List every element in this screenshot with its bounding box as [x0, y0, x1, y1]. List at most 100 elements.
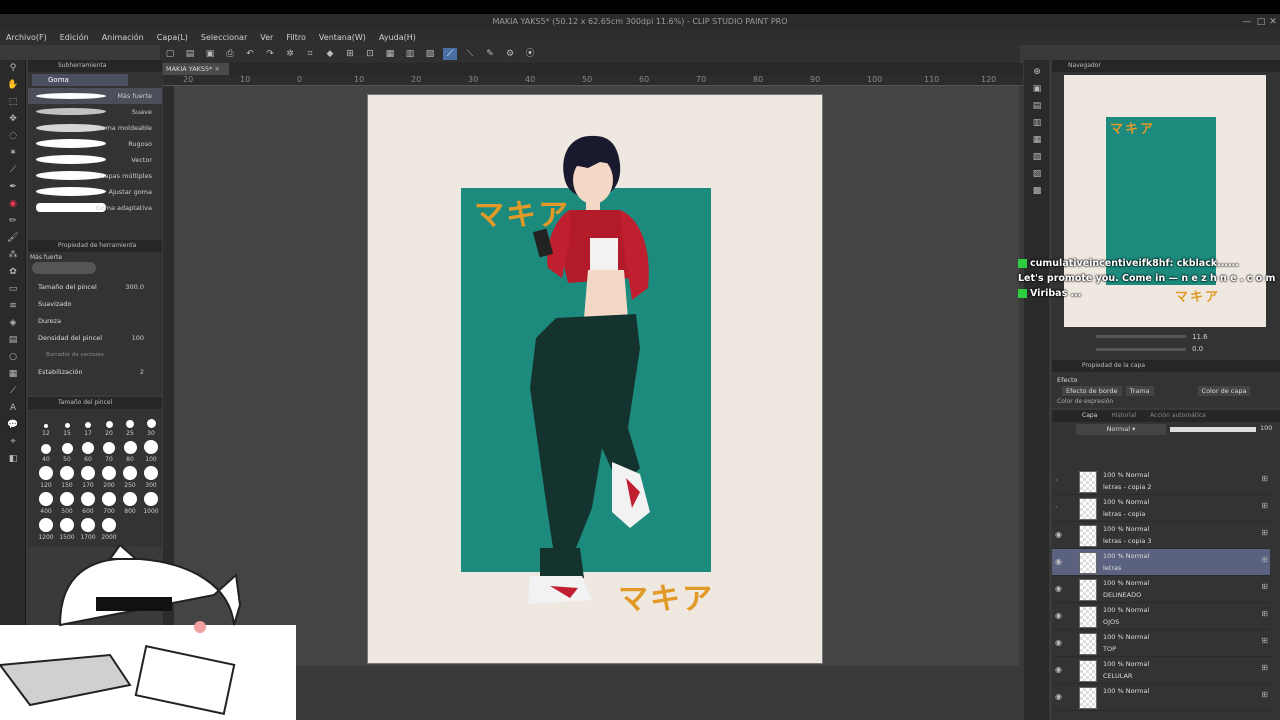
- brush-item[interactable]: Ajustar goma: [28, 184, 162, 200]
- zoom-tool-icon[interactable]: ⚲: [0, 60, 26, 77]
- brush-size-option[interactable]: 1200: [36, 517, 56, 541]
- text-tool-icon[interactable]: A: [0, 400, 26, 417]
- print-icon[interactable]: ⎙: [223, 48, 237, 60]
- brush-size-option[interactable]: 17: [78, 413, 98, 437]
- zoom-slider[interactable]: [1096, 335, 1186, 338]
- snap-icon[interactable]: ▥: [403, 48, 417, 60]
- close-button[interactable]: ✕: [1266, 14, 1280, 30]
- layer-row[interactable]: ◉ 100 % Normal ⊞: [1052, 684, 1270, 711]
- layer-row[interactable]: ◉ 100 % Normal DELINEADO ⊞: [1052, 576, 1270, 603]
- lasso-tool-icon[interactable]: ◌: [0, 128, 26, 145]
- opacity-value[interactable]: 100: [1260, 424, 1272, 432]
- brush-size-option[interactable]: 150: [57, 465, 77, 489]
- brush-size-option[interactable]: 15: [57, 413, 77, 437]
- airbrush-tool-icon[interactable]: ⁂: [0, 247, 26, 264]
- brush-size-option[interactable]: 250: [120, 465, 140, 489]
- menu-file[interactable]: Archivo(F): [6, 33, 47, 42]
- brush-size-option[interactable]: 25: [120, 413, 140, 437]
- select-tool-icon[interactable]: ⬚: [0, 94, 26, 111]
- layer-row[interactable]: ◉ 100 % Normal TOP ⊞: [1052, 630, 1270, 657]
- pen-tool-icon[interactable]: ✒: [0, 179, 26, 196]
- brush-tool-icon[interactable]: 🖌: [0, 230, 26, 247]
- undo-icon[interactable]: ↶: [243, 48, 257, 60]
- brush-size-option[interactable]: 170: [78, 465, 98, 489]
- brush-size-option[interactable]: 700: [99, 491, 119, 515]
- brush-item[interactable]: Rugoso: [28, 136, 162, 152]
- blend-tool-icon[interactable]: ≋: [0, 298, 26, 315]
- tab-layer[interactable]: Capa: [1082, 410, 1097, 422]
- brush-size-option[interactable]: 1000: [141, 491, 161, 515]
- new-file-icon[interactable]: ▢: [163, 48, 177, 60]
- menu-animation[interactable]: Animación: [102, 33, 144, 42]
- menu-edit[interactable]: Edición: [60, 33, 89, 42]
- brush-size-option[interactable]: 600: [78, 491, 98, 515]
- pencil-tool-icon[interactable]: ✏: [0, 213, 26, 230]
- brush-item[interactable]: Suave: [28, 104, 162, 120]
- hand-tool-icon[interactable]: ✋: [0, 77, 26, 94]
- minimize-button[interactable]: —: [1240, 14, 1254, 30]
- ruler-tool-icon[interactable]: ⟋: [0, 383, 26, 400]
- redo-icon[interactable]: ↷: [263, 48, 277, 60]
- brush-size-option[interactable]: 40: [36, 439, 56, 463]
- border-effect-button[interactable]: Efecto de borde: [1062, 386, 1122, 396]
- panel-icon[interactable]: ▧: [1024, 149, 1050, 166]
- eye-icon[interactable]: ◉: [1055, 584, 1062, 593]
- brush-size-option[interactable]: 400: [36, 491, 56, 515]
- help-icon[interactable]: ⦿: [523, 48, 537, 60]
- layer-row[interactable]: ◉ 100 % Normal OJOS ⊞: [1052, 603, 1270, 630]
- close-tab-icon[interactable]: ✕: [215, 65, 220, 73]
- layer-color-button[interactable]: Color de capa: [1197, 386, 1251, 396]
- eyedropper-tool-icon[interactable]: ⟋: [0, 162, 26, 179]
- color-swatch-icon[interactable]: ◧: [0, 451, 26, 468]
- brush-size-option[interactable]: 20: [99, 413, 119, 437]
- document-tab[interactable]: MAKIA YAKS5* ✕: [163, 63, 229, 75]
- prop-smoothing[interactable]: Suavizado: [28, 295, 162, 312]
- brush-size-option[interactable]: 500: [57, 491, 77, 515]
- layer-row[interactable]: ◉ 100 % Normal letras - copia 3 ⊞: [1052, 522, 1270, 549]
- panel-icon[interactable]: ▥: [1024, 115, 1050, 132]
- prop-brush-size[interactable]: Tamaño del pincel 300.0: [28, 278, 162, 295]
- brush-item[interactable]: Más fuerte: [28, 88, 162, 104]
- brush-size-option[interactable]: 2000: [99, 517, 119, 541]
- blend-mode-select[interactable]: Normal ▾: [1076, 424, 1166, 435]
- layer-row[interactable]: ◉ 100 % Normal letras ⊞: [1052, 549, 1270, 576]
- brush-size-option[interactable]: 200: [99, 465, 119, 489]
- eye-icon[interactable]: ◉: [1055, 665, 1062, 674]
- eye-icon[interactable]: ◉: [1055, 530, 1062, 539]
- transform-icon[interactable]: ⌗: [303, 48, 317, 60]
- prop-hardness[interactable]: Dureza: [28, 312, 162, 329]
- menu-layer[interactable]: Capa(L): [157, 33, 188, 42]
- brush-size-option[interactable]: 30: [141, 413, 161, 437]
- fill-icon[interactable]: ◆: [323, 48, 337, 60]
- panel-icon[interactable]: ▦: [1024, 132, 1050, 149]
- prop-stabilization[interactable]: Estabilización 2: [28, 363, 162, 380]
- brush-item[interactable]: Capas múltiples: [28, 168, 162, 184]
- layer-row[interactable]: ◉ 100 % Normal CELULAR ⊞: [1052, 657, 1270, 684]
- brush-size-option[interactable]: 1500: [57, 517, 77, 541]
- panel-icon[interactable]: ▩: [1024, 183, 1050, 200]
- menu-select[interactable]: Seleccionar: [201, 33, 247, 42]
- balloon-tool-icon[interactable]: 💬: [0, 417, 26, 434]
- eye-icon[interactable]: ◉: [1055, 692, 1062, 701]
- prop-vector-eraser[interactable]: Borrador de vectores: [28, 346, 162, 363]
- fill-tool-icon[interactable]: ◈: [0, 315, 26, 332]
- eye-icon[interactable]: ·: [1055, 503, 1058, 512]
- brush-size-option[interactable]: 50: [57, 439, 77, 463]
- menu-filter[interactable]: Filtro: [286, 33, 306, 42]
- brush-size-option[interactable]: 60: [78, 439, 98, 463]
- settings-icon[interactable]: ⚙: [503, 48, 517, 60]
- eye-icon[interactable]: ·: [1055, 476, 1058, 485]
- brush-size-option[interactable]: 800: [120, 491, 140, 515]
- panel-icon[interactable]: ▣: [1024, 81, 1050, 98]
- expand-icon[interactable]: ⊞: [343, 48, 357, 60]
- move-tool-icon[interactable]: ✥: [0, 111, 26, 128]
- eye-icon[interactable]: ◉: [1055, 557, 1062, 566]
- wand-tool-icon[interactable]: ✶: [0, 145, 26, 162]
- crop-icon[interactable]: ⊡: [363, 48, 377, 60]
- navigator-angle[interactable]: 0.0: [1192, 345, 1203, 353]
- eye-icon[interactable]: ◉: [1055, 638, 1062, 647]
- search-icon[interactable]: ⊕: [1024, 64, 1050, 81]
- brush-item[interactable]: Vector: [28, 152, 162, 168]
- brush-size-option[interactable]: 300: [141, 465, 161, 489]
- correction-tool-icon[interactable]: ⌖: [0, 434, 26, 451]
